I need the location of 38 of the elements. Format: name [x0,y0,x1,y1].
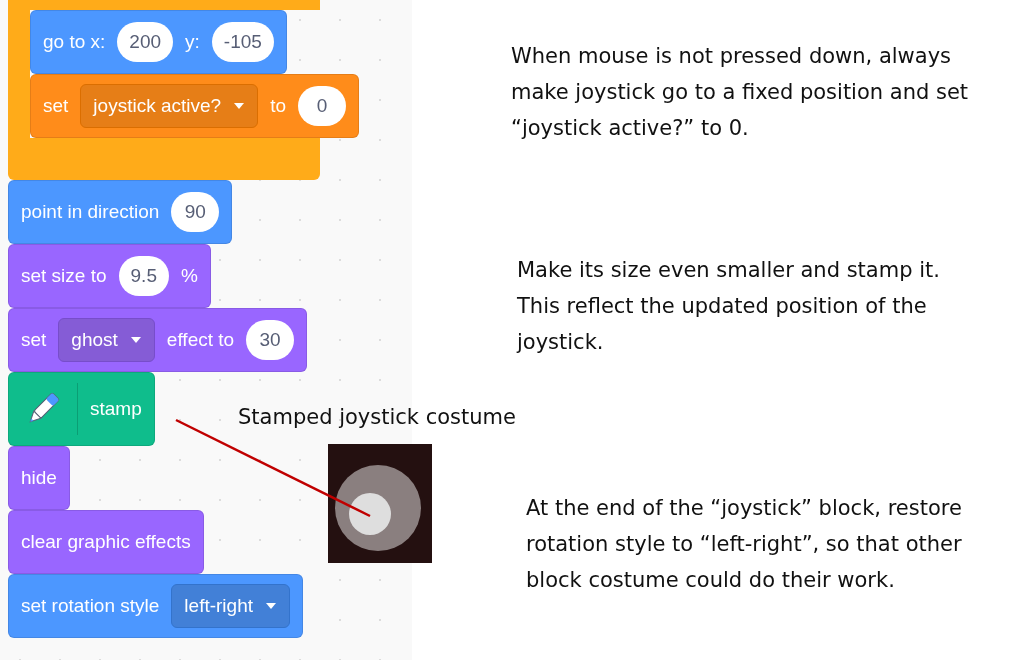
code-block[interactable]: go to x: 200 y: -105 [30,10,287,74]
number-input[interactable]: 9.5 [118,256,169,296]
code-block[interactable]: set rotation style left-right [8,574,303,638]
block-label: set [21,327,47,352]
code-block[interactable]: set joystick active? to 0 [30,74,359,138]
annotation-text: When mouse is not pressed down, always make joystick go to a fixed position and set “joystick active?” to 0. [511,43,970,142]
annotation-text: At the end of the “joystick” block, restore rotation style to “left-right”, so that other block costume could do their work. [526,495,963,594]
dropdown-menu[interactable]: left-right [171,584,290,628]
block-label: effect to [166,327,235,352]
number-input[interactable]: 90 [171,192,220,232]
number-input[interactable]: 30 [246,320,295,360]
block-label: % [180,263,198,288]
code-block[interactable]: hide [8,446,70,510]
code-block[interactable]: set ghost effect to 30 [8,308,308,372]
block-label: hide [21,465,57,490]
caret-icon [265,602,277,610]
block-label: set size to [21,263,107,288]
caret-icon [233,102,246,110]
caret-icon [129,336,142,344]
block-label: point in direction [21,199,160,224]
block-label: y: [185,29,200,54]
number-input[interactable]: -105 [211,22,274,62]
code-block[interactable]: point in direction 90 [8,180,233,244]
annotation-text: Make its size even smaller and stamp it. This reflect the updated position of the joystick. [517,257,941,356]
block-label: to [270,93,286,118]
block-label: set rotation style [21,593,160,618]
callout-label: Stamped joystick costume [238,404,516,431]
number-input[interactable]: 200 [117,22,174,62]
forever-block-bottom[interactable] [8,138,320,180]
forever-block-top[interactable] [8,0,320,10]
block-label: stamp [90,396,142,421]
block-label: go to x: [43,29,106,54]
block-label: set [43,93,69,118]
code-block[interactable]: clear graphic effects [8,510,204,574]
number-input[interactable]: 0 [298,86,346,126]
code-block[interactable]: set size to 9.5 % [8,244,211,308]
block-label: clear graphic effects [21,529,191,554]
dropdown-menu[interactable]: ghost [58,318,155,362]
